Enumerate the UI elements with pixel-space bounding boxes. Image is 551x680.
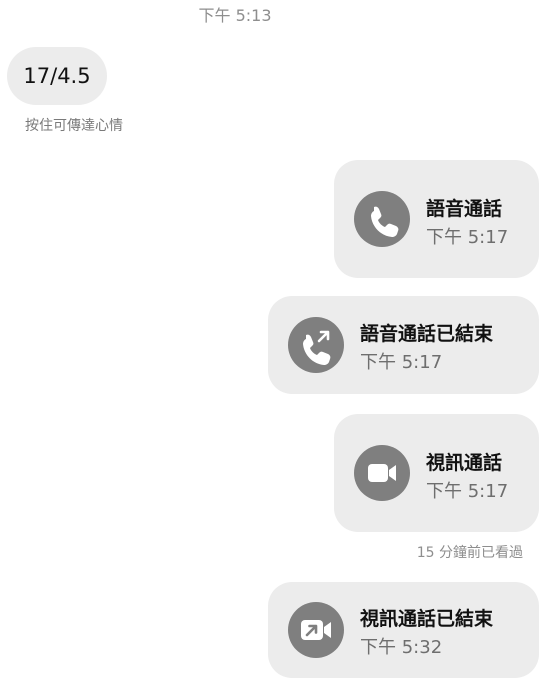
incoming-message-bubble[interactable]: 17/4.5 [7,47,107,105]
call-time: 下午 5:32 [360,637,443,658]
call-title: 語音通話已結束 [360,323,494,345]
call-card-video-ended[interactable]: 視訊通話已結束 下午 5:32 [268,582,539,678]
timestamp-divider: 下午 5:13 [198,6,272,25]
video-outgoing-icon [288,602,344,658]
call-title: 視訊通話 [426,452,503,474]
call-time: 下午 5:17 [426,481,509,502]
react-hint: 按住可傳達心情 [25,118,123,134]
call-title: 視訊通話已結束 [360,608,494,630]
call-title: 語音通話 [426,198,503,220]
call-card-voice-ended[interactable]: 語音通話已結束 下午 5:17 [268,296,539,394]
call-card-video[interactable]: 視訊通話 下午 5:17 [334,414,539,532]
message-text: 17/4.5 [23,64,91,88]
call-time: 下午 5:17 [426,227,509,248]
call-time: 下午 5:17 [360,352,443,373]
phone-icon [354,191,410,247]
video-camera-icon [354,445,410,501]
seen-status: 15 分鐘前已看過 [416,545,523,561]
call-card-voice[interactable]: 語音通話 下午 5:17 [334,160,539,278]
phone-outgoing-icon [288,317,344,373]
